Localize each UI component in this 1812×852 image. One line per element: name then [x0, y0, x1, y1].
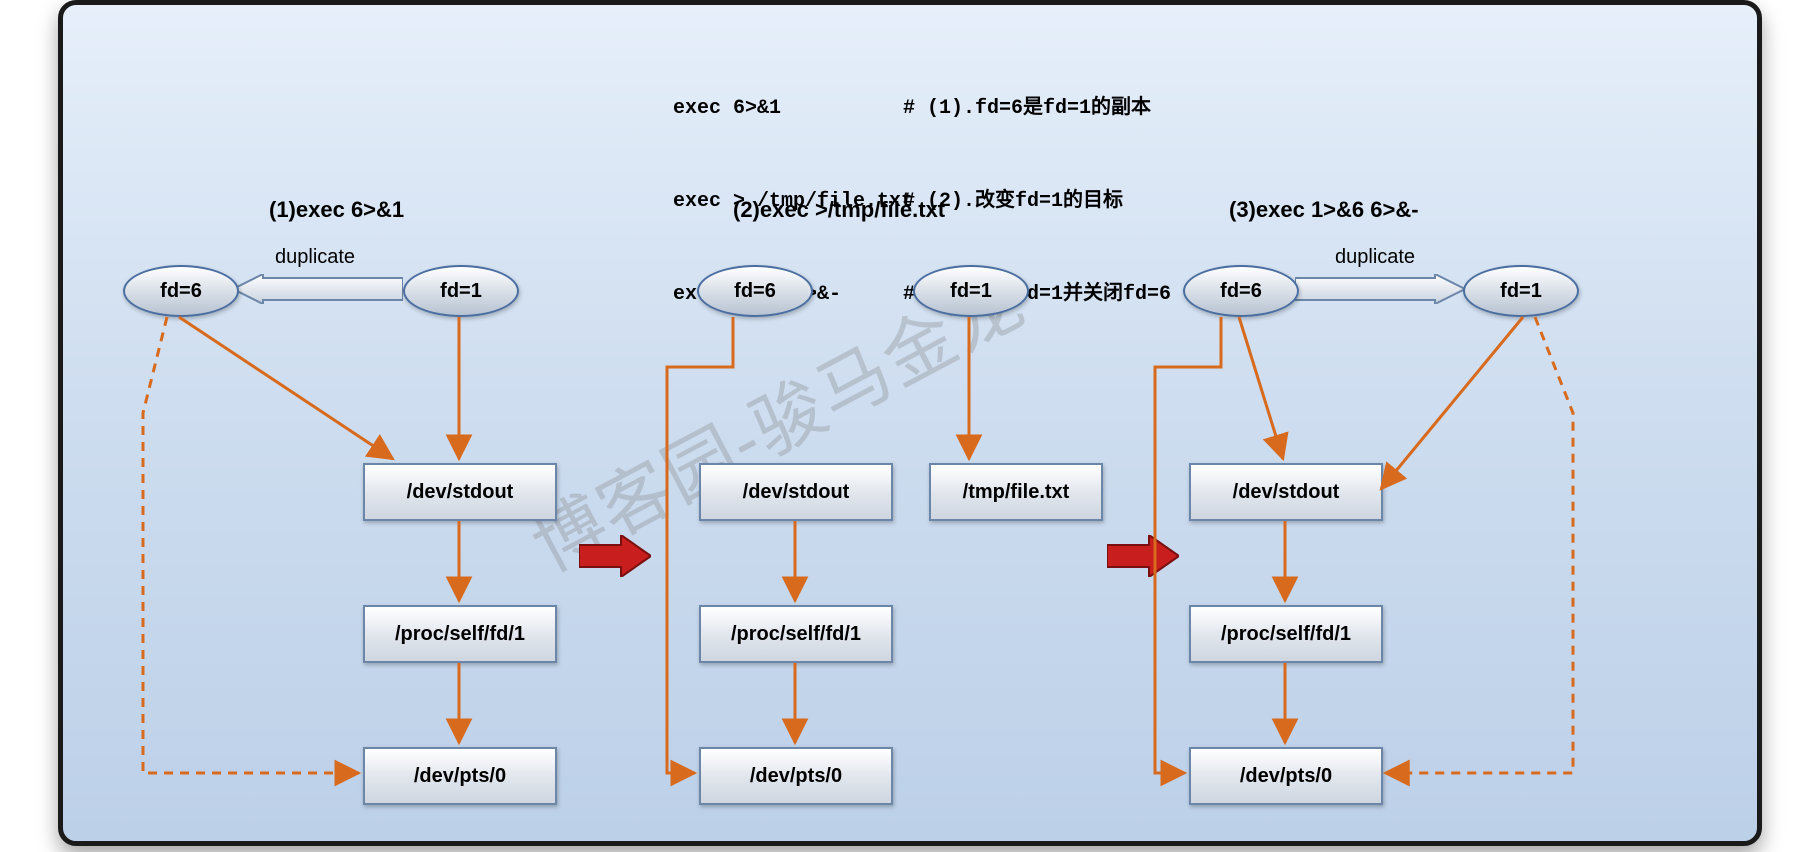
step1-title: (1)exec 6>&1: [269, 197, 404, 223]
code-comment-1: # (1).fd=6是fd=1的副本: [903, 93, 1151, 124]
step3-stdout: /dev/stdout: [1189, 463, 1383, 521]
step3-fd6: fd=6: [1183, 265, 1299, 317]
step2-procfd1: /proc/self/fd/1: [699, 605, 893, 663]
step1-procfd1: /proc/self/fd/1: [363, 605, 557, 663]
step3-dup-arrow: [1295, 274, 1465, 304]
step2-fd1: fd=1: [913, 265, 1029, 317]
step3-dup-label: duplicate: [1335, 246, 1415, 269]
transition-arrow-1: [579, 535, 651, 577]
step1-pts0: /dev/pts/0: [363, 747, 557, 805]
step2-fd6: fd=6: [697, 265, 813, 317]
code-cmd-1: exec 6>&1: [673, 93, 903, 124]
step3-procfd1: /proc/self/fd/1: [1189, 605, 1383, 663]
step1-fd6: fd=6: [123, 265, 239, 317]
step2-tmpfile: /tmp/file.txt: [929, 463, 1103, 521]
step2-pts0: /dev/pts/0: [699, 747, 893, 805]
step3-pts0: /dev/pts/0: [1189, 747, 1383, 805]
step3-fd1: fd=1: [1463, 265, 1579, 317]
step1-fd1: fd=1: [403, 265, 519, 317]
step3-title: (3)exec 1>&6 6>&-: [1229, 197, 1419, 223]
diagram-frame: exec 6>&1# (1).fd=6是fd=1的副本 exec > /tmp/…: [58, 0, 1762, 846]
step2-title: (2)exec >/tmp/file.txt: [733, 197, 945, 223]
step2-stdout: /dev/stdout: [699, 463, 893, 521]
step1-stdout: /dev/stdout: [363, 463, 557, 521]
transition-arrow-2: [1107, 535, 1179, 577]
step1-dup-arrow: [233, 274, 403, 304]
step1-dup-label: duplicate: [275, 246, 355, 269]
